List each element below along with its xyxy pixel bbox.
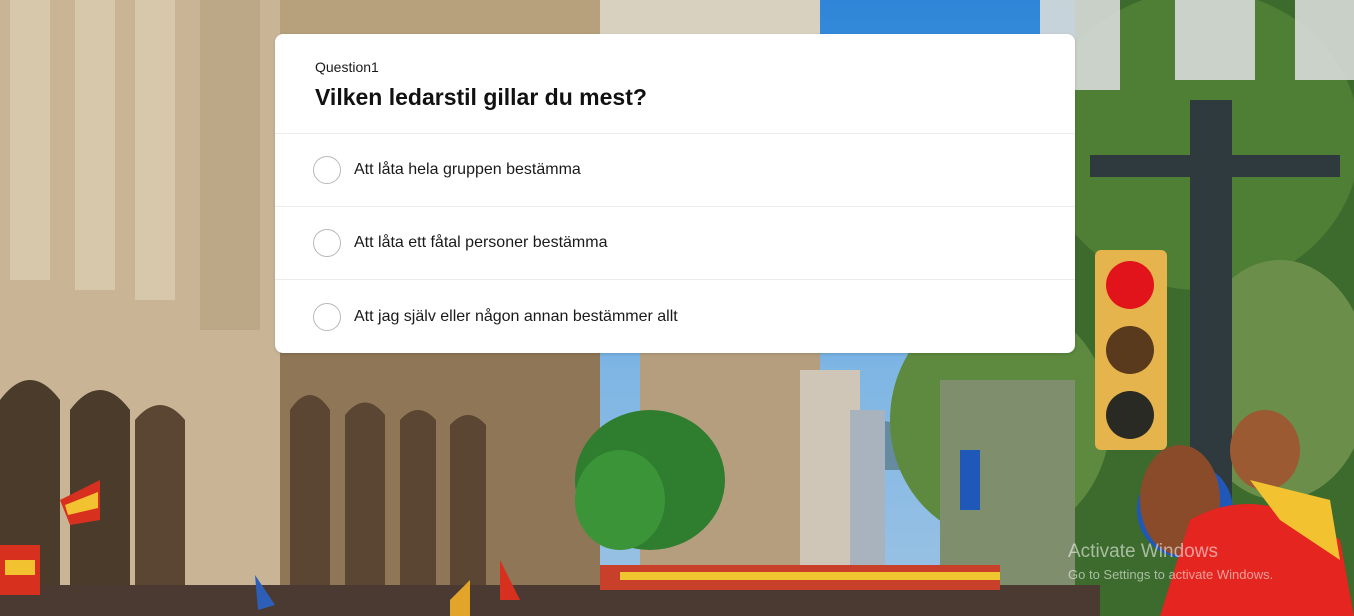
radio-button[interactable] — [313, 229, 341, 257]
question-header: Question1 Vilken ledarstil gillar du mes… — [275, 34, 1075, 134]
answer-option-1[interactable]: Att låta hela gruppen bestämma — [275, 134, 1075, 207]
question-number: Question1 — [315, 59, 379, 75]
answer-option-label: Att låta ett fåtal personer bestämma — [354, 234, 608, 251]
watermark-title: Activate Windows — [1068, 541, 1218, 562]
answer-option-label: Att låta hela gruppen bestämma — [354, 161, 581, 178]
answer-option-2[interactable]: Att låta ett fåtal personer bestämma — [275, 207, 1075, 280]
question-title: Vilken ledarstil gillar du mest? — [315, 84, 647, 110]
watermark-subtitle: Go to Settings to activate Windows. — [1068, 567, 1274, 582]
answer-option-3[interactable]: Att jag själv eller någon annan bestämme… — [275, 280, 1075, 353]
question-card: Question1 Vilken ledarstil gillar du mes… — [275, 34, 1075, 353]
radio-button[interactable] — [313, 302, 341, 331]
answer-option-label: Att jag själv eller någon annan bestämme… — [354, 307, 678, 325]
windows-activation-watermark: Activate Windows Go to Settings to activ… — [1068, 541, 1273, 583]
radio-button[interactable] — [313, 156, 341, 184]
